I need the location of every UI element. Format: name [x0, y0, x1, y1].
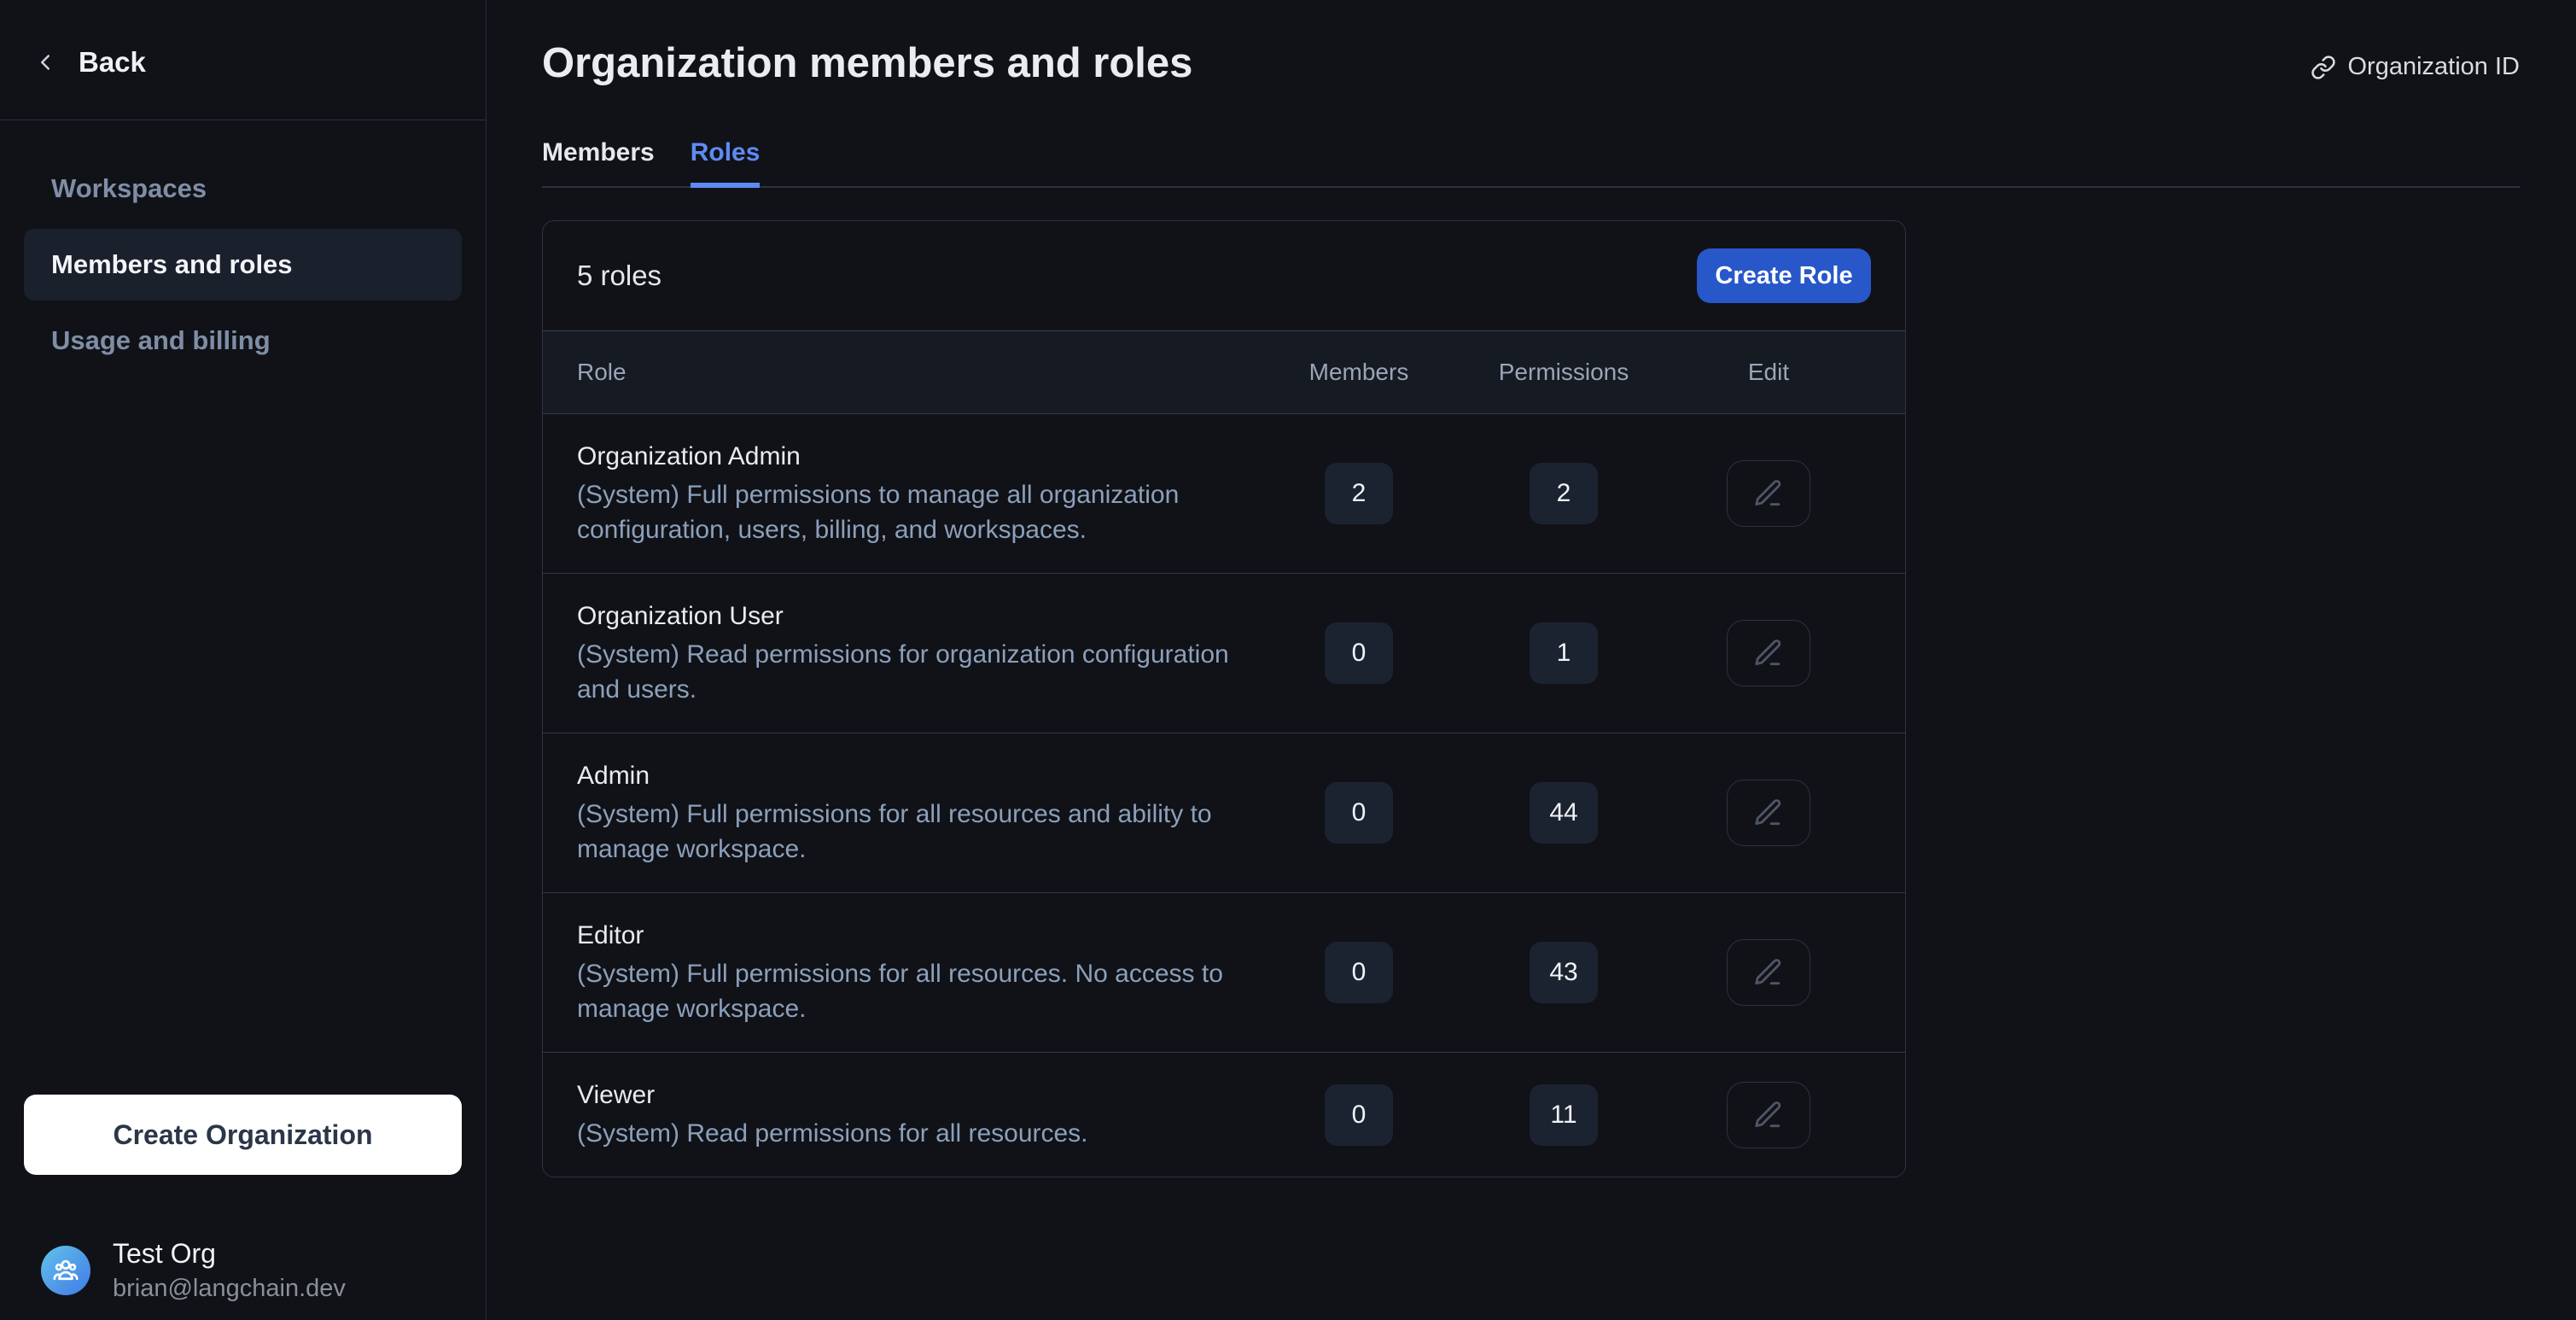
roles-panel: 5 roles Create Role Role Members Permiss…	[542, 220, 1906, 1177]
role-description: (System) Full permissions for all resour…	[577, 797, 1256, 867]
create-organization-button[interactable]: Create Organization	[24, 1095, 462, 1175]
role-name: Editor	[577, 919, 1256, 953]
edit-role-button[interactable]	[1727, 620, 1810, 686]
role-description: (System) Read permissions for all resour…	[577, 1116, 1256, 1151]
role-cell: Viewer (System) Read permissions for all…	[577, 1078, 1256, 1151]
sidebar-item-label: Members and roles	[51, 249, 293, 280]
sidebar-item-label: Usage and billing	[51, 325, 271, 356]
role-cell: Organization Admin (System) Full permiss…	[577, 440, 1256, 547]
sidebar-item-members-and-roles[interactable]: Members and roles	[24, 229, 462, 301]
edit-role-button[interactable]	[1727, 1082, 1810, 1148]
sidebar-item-label: Workspaces	[51, 173, 207, 204]
permissions-count-badge: 1	[1530, 622, 1598, 684]
org-email: brian@langchain.dev	[113, 1275, 346, 1303]
roles-count: 5 roles	[577, 260, 661, 292]
members-count-badge: 0	[1325, 782, 1393, 844]
permissions-count-badge: 43	[1530, 942, 1598, 1003]
table-row: Organization Admin (System) Full permiss…	[543, 414, 1905, 573]
pencil-icon	[1752, 637, 1785, 669]
members-count-badge: 0	[1325, 622, 1393, 684]
column-header-role: Role	[577, 359, 1256, 386]
sidebar-bottom: Create Organization Test Org brian@langc…	[0, 1095, 486, 1320]
role-cell: Editor (System) Full permissions for all…	[577, 919, 1256, 1026]
column-header-edit: Edit	[1666, 359, 1871, 386]
link-icon	[2311, 55, 2336, 80]
edit-role-button[interactable]	[1727, 939, 1810, 1006]
permissions-count-badge: 11	[1530, 1084, 1598, 1146]
pencil-icon	[1752, 1099, 1785, 1131]
permissions-count-badge: 2	[1530, 463, 1598, 524]
app-window: Back Workspaces Members and roles Usage …	[0, 0, 2576, 1320]
people-group-icon	[50, 1255, 81, 1286]
members-count-badge: 0	[1325, 942, 1393, 1003]
tab-bar: Members Roles	[542, 138, 2520, 188]
role-cell: Organization User (System) Read permissi…	[577, 599, 1256, 707]
edit-role-button[interactable]	[1727, 780, 1810, 846]
role-name: Viewer	[577, 1078, 1256, 1113]
organization-id-label: Organization ID	[2348, 53, 2521, 81]
column-header-members: Members	[1256, 359, 1461, 386]
sidebar-item-workspaces[interactable]: Workspaces	[24, 153, 462, 225]
org-avatar	[41, 1246, 90, 1295]
pencil-icon	[1752, 477, 1785, 510]
members-count-badge: 0	[1325, 1084, 1393, 1146]
table-row: Editor (System) Full permissions for all…	[543, 892, 1905, 1052]
column-header-permissions: Permissions	[1461, 359, 1666, 386]
tab-roles[interactable]: Roles	[691, 138, 761, 188]
main-header: Organization members and roles Organizat…	[542, 39, 2520, 87]
role-description: (System) Read permissions for organizati…	[577, 637, 1256, 707]
role-name: Admin	[577, 759, 1256, 793]
tab-members[interactable]: Members	[542, 138, 655, 188]
pencil-icon	[1752, 797, 1785, 829]
role-name: Organization User	[577, 599, 1256, 634]
pencil-icon	[1752, 956, 1785, 989]
back-button[interactable]: Back	[0, 0, 486, 120]
roles-panel-header: 5 roles Create Role	[543, 221, 1905, 330]
role-cell: Admin (System) Full permissions for all …	[577, 759, 1256, 867]
page-title: Organization members and roles	[542, 39, 1192, 87]
sidebar-nav: Workspaces Members and roles Usage and b…	[0, 120, 486, 377]
sidebar: Back Workspaces Members and roles Usage …	[0, 0, 487, 1320]
role-name: Organization Admin	[577, 440, 1256, 474]
main-content: Organization members and roles Organizat…	[487, 0, 2576, 1320]
permissions-count-badge: 44	[1530, 782, 1598, 844]
edit-role-button[interactable]	[1727, 460, 1810, 527]
back-label: Back	[79, 46, 146, 79]
role-description: (System) Full permissions for all resour…	[577, 956, 1256, 1026]
chevron-left-icon	[32, 50, 58, 75]
table-row: Viewer (System) Read permissions for all…	[543, 1052, 1905, 1177]
role-description: (System) Full permissions to manage all …	[577, 477, 1256, 547]
org-name: Test Org	[113, 1238, 346, 1270]
table-row: Organization User (System) Read permissi…	[543, 573, 1905, 733]
create-role-button[interactable]: Create Role	[1697, 248, 1871, 303]
org-texts: Test Org brian@langchain.dev	[113, 1238, 346, 1303]
sidebar-item-usage-and-billing[interactable]: Usage and billing	[24, 305, 462, 377]
table-header-row: Role Members Permissions Edit	[543, 330, 1905, 414]
members-count-badge: 2	[1325, 463, 1393, 524]
table-row: Admin (System) Full permissions for all …	[543, 733, 1905, 892]
org-switcher[interactable]: Test Org brian@langchain.dev	[24, 1238, 462, 1303]
organization-id-link[interactable]: Organization ID	[2311, 53, 2521, 81]
